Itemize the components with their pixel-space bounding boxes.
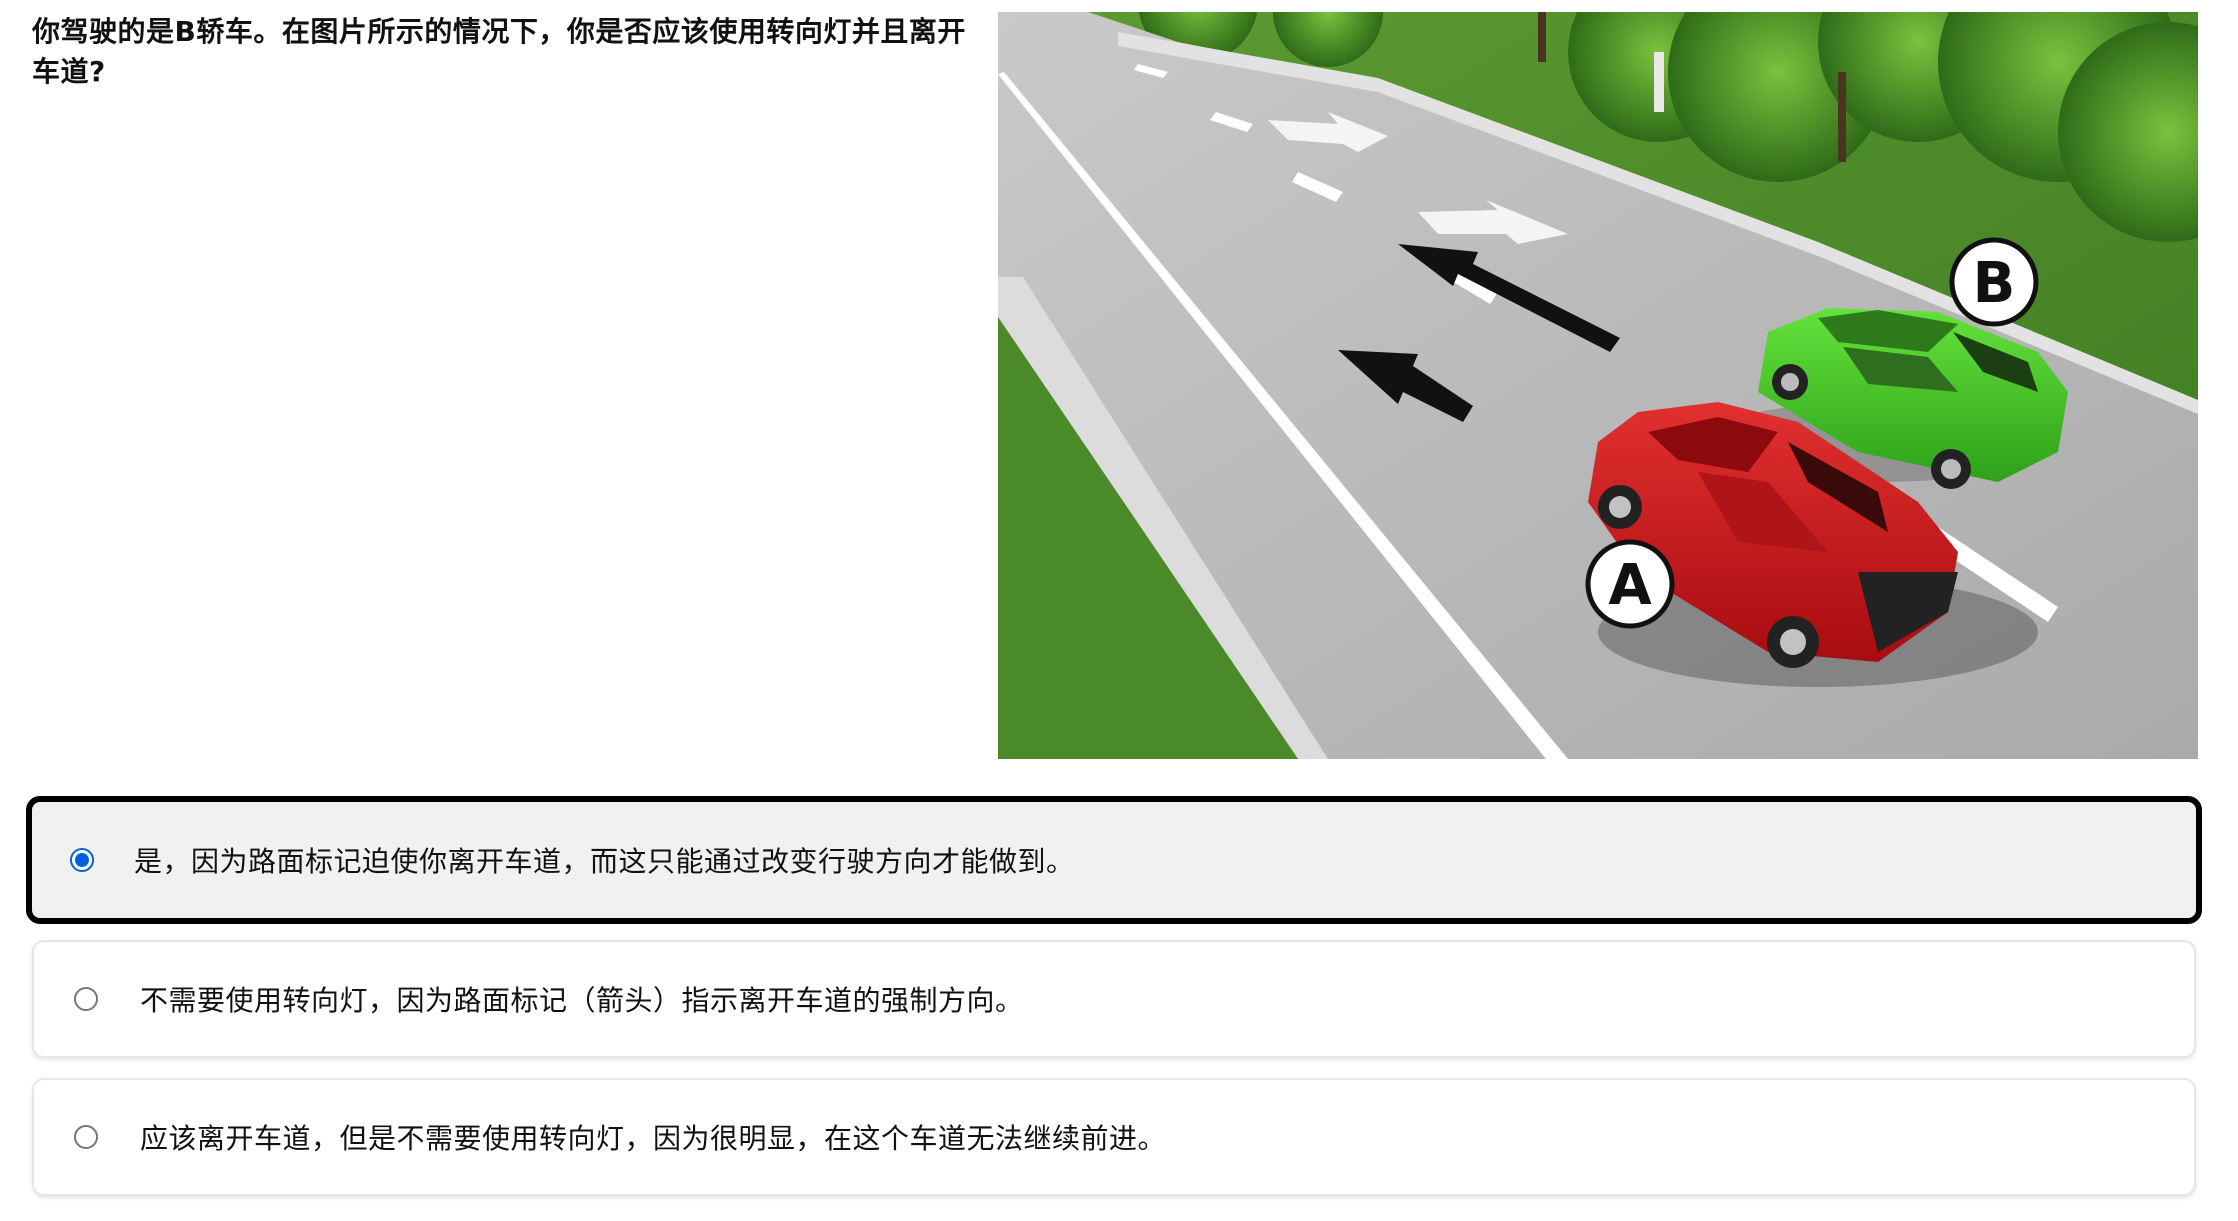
radio-button[interactable] (74, 1125, 98, 1149)
answer-option-2[interactable]: 不需要使用转向灯，因为路面标记（箭头）指示离开车道的强制方向。 (32, 940, 2196, 1058)
answer-option-1[interactable]: 是，因为路面标记迫使你离开车道，而这只能通过改变行驶方向才能做到。 (26, 796, 2202, 924)
question-text: 你驾驶的是B轿车。在图片所示的情况下，你是否应该使用转向灯并且离开车道? (32, 15, 966, 88)
radio-button[interactable] (74, 987, 98, 1011)
car-b-label: B (1949, 237, 2039, 327)
radio-button[interactable] (70, 848, 94, 872)
car-a-label: A (1585, 539, 1675, 629)
svg-text:A: A (1608, 553, 1652, 618)
answer-option-3[interactable]: 应该离开车道，但是不需要使用转向灯，因为很明显，在这个车道无法继续前进。 (32, 1078, 2196, 1196)
answer-text: 不需要使用转向灯，因为路面标记（箭头）指示离开车道的强制方向。 (140, 984, 1024, 1017)
answer-text: 是，因为路面标记迫使你离开车道，而这只能通过改变行驶方向才能做到。 (134, 845, 1075, 878)
svg-text:B: B (1973, 251, 2016, 316)
question-illustration: B A (998, 12, 2198, 759)
quiz-page: 你驾驶的是B轿车。在图片所示的情况下，你是否应该使用转向灯并且离开车道? B A… (0, 0, 2238, 1221)
answer-text: 应该离开车道，但是不需要使用转向灯，因为很明显，在这个车道无法继续前进。 (140, 1122, 1167, 1155)
